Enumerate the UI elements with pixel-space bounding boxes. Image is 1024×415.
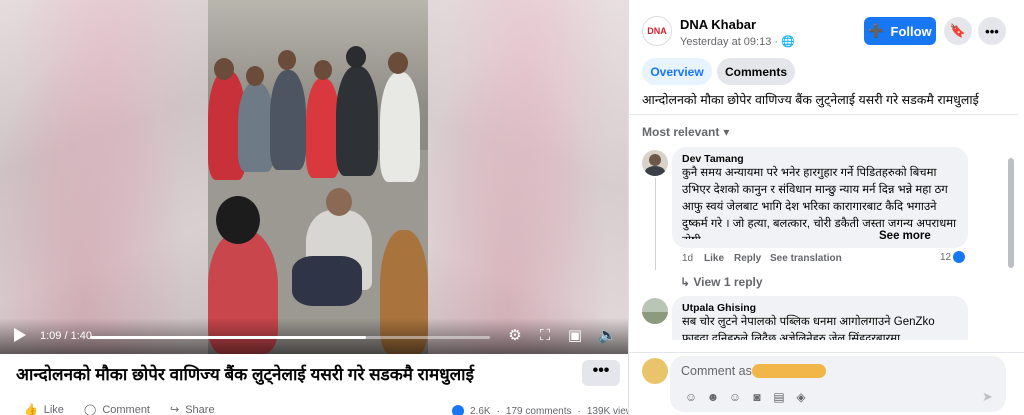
redacted-username — [752, 364, 826, 378]
view-replies-link[interactable]: ↳ View 1 reply — [680, 275, 763, 289]
post-time-text: Yesterday at 09:13 · — [680, 36, 782, 48]
video-person-head — [278, 50, 296, 70]
like-reaction-icon — [452, 405, 464, 415]
camera-icon[interactable]: ◙ — [750, 390, 764, 404]
see-more-link[interactable]: See more — [877, 228, 931, 245]
video-person-head — [214, 58, 234, 80]
like-reaction-icon — [953, 251, 966, 263]
commenter-avatar[interactable] — [642, 150, 668, 176]
sort-label: Most relevant — [642, 125, 720, 139]
comment-reply-link[interactable]: Reply — [734, 253, 761, 264]
comment-bubble: Utpala Ghising सब चोर लुटने नेपालको पब्ल… — [672, 296, 968, 340]
follow-plus-icon: ➕ — [868, 23, 885, 38]
comment-count[interactable]: 179 comments — [506, 406, 572, 415]
facebook-video-post-view: 1:09 / 1:40 ⚙ ⛶ ▣ 🔈 आन्दोलनको मौका छोपेर… — [0, 0, 1024, 415]
stats-separator: · — [496, 405, 500, 415]
video-person-head — [388, 52, 408, 74]
post-title: आन्दोलनको मौका छोपेर वाणिज्य बैंक लुट्ने… — [16, 365, 474, 384]
video-frame — [208, 0, 428, 354]
comment-body: सब चोर लुटने नेपालको पब्लिक धनमा आगोलगाउ… — [682, 316, 935, 340]
avatar-sticker-icon[interactable]: ☺ — [684, 390, 698, 404]
video-progress-fill — [90, 336, 366, 339]
comment-author[interactable]: Dev Tamang — [682, 153, 958, 165]
save-bookmark-button[interactable]: 🔖 — [944, 17, 972, 45]
commenter-avatar[interactable] — [642, 298, 668, 324]
tab-overview[interactable]: Overview — [642, 58, 712, 85]
comment-bubble-icon: ◯ — [84, 404, 97, 415]
composer-separator — [628, 352, 1024, 353]
like-button[interactable]: 👍 Like — [24, 403, 64, 415]
post-more-options-button[interactable]: ••• — [582, 360, 620, 386]
video-person-head — [246, 66, 264, 86]
send-icon[interactable]: ➤ — [982, 390, 996, 404]
comment-reaction-number: 12 — [940, 251, 952, 263]
video-player[interactable]: 1:09 / 1:40 ⚙ ⛶ ▣ 🔈 — [0, 0, 628, 354]
page-name[interactable]: DNA Khabar — [680, 17, 756, 32]
play-icon[interactable] — [14, 328, 26, 342]
video-progress-bar[interactable] — [90, 336, 490, 339]
post-caption: आन्दोलनको मौका छोपेर वाणिज्य बैंक लुट्ने… — [642, 93, 979, 107]
smile-icon[interactable]: ☺ — [728, 390, 742, 404]
comment-sort-dropdown[interactable]: Most relevant ▾ — [642, 125, 729, 139]
video-person — [336, 66, 378, 176]
video-blur-background-right — [428, 0, 628, 354]
view-replies-label: View 1 reply — [693, 275, 763, 289]
reply-thread-line — [655, 178, 656, 270]
post-timestamp[interactable]: Yesterday at 09:13 · 🌐 — [680, 35, 795, 48]
video-time: 1:09 / 1:40 — [40, 330, 92, 342]
video-person — [270, 70, 306, 170]
video-seated-man-legs — [292, 256, 362, 306]
thumbs-up-icon: 👍 — [24, 404, 38, 415]
avatar-landscape — [642, 312, 668, 324]
video-person-head — [346, 46, 366, 68]
avatar-body — [645, 166, 665, 176]
share-button[interactable]: ↪ Share — [170, 403, 215, 415]
like-label: Like — [43, 403, 64, 415]
comment-placeholder: Comment as — [681, 364, 752, 378]
stats-separator: · — [577, 405, 581, 415]
panel-more-options-button[interactable]: ••• — [978, 17, 1006, 45]
follow-button[interactable]: ➕ Follow — [864, 17, 936, 45]
see-translation-link[interactable]: See translation — [770, 253, 842, 264]
gif-icon[interactable]: ▤ — [772, 390, 786, 404]
comments-scrollbar[interactable] — [1008, 158, 1014, 268]
reply-arrow-icon: ↳ — [680, 275, 694, 289]
reaction-count[interactable]: 2.6K — [470, 406, 491, 415]
video-foreground-head — [216, 196, 260, 244]
page-logo-text: DNA — [647, 26, 667, 36]
video-seated-man-head — [326, 188, 352, 216]
caret-down-icon: ▾ — [723, 125, 730, 139]
comment-button[interactable]: ◯ Comment — [84, 403, 150, 415]
comment-author[interactable]: Utpala Ghising — [682, 302, 958, 314]
comment-age[interactable]: 1d — [682, 253, 693, 264]
share-label: Share — [185, 403, 215, 415]
fullscreen-icon[interactable]: ⛶ — [536, 327, 554, 345]
tab-comments[interactable]: Comments — [717, 58, 795, 85]
video-person — [238, 82, 274, 172]
caption-separator — [628, 114, 1018, 115]
video-person — [380, 72, 420, 182]
follow-label: Follow — [890, 23, 932, 39]
emoji-icon[interactable]: ☻ — [706, 390, 720, 404]
comment-like-link[interactable]: Like — [704, 253, 724, 264]
sticker-icon[interactable]: ◈ — [794, 390, 808, 404]
see-more-label: See more — [879, 230, 931, 242]
volume-icon[interactable]: 🔈 — [598, 327, 617, 345]
picture-in-picture-icon[interactable]: ▣ — [566, 327, 584, 345]
post-stats: 2.6K · 179 comments · 139K views — [452, 405, 638, 415]
video-person-head — [314, 60, 332, 80]
avatar-face — [649, 154, 661, 166]
bookmark-icon: 🔖 — [949, 23, 967, 38]
share-arrow-icon: ↪ — [170, 404, 180, 415]
video-blur-background-left — [0, 0, 208, 354]
settings-gear-icon[interactable]: ⚙ — [506, 327, 524, 345]
globe-icon: 🌐 — [781, 36, 795, 48]
page-avatar[interactable]: DNA — [642, 16, 672, 46]
current-user-avatar[interactable] — [642, 358, 668, 384]
more-dots-icon: ••• — [985, 23, 999, 39]
video-person — [306, 78, 340, 178]
comment-label: Comment — [102, 403, 150, 415]
video-controls: 1:09 / 1:40 ⚙ ⛶ ▣ 🔈 — [0, 318, 628, 354]
comment-reaction-count[interactable]: 12 — [940, 251, 966, 263]
